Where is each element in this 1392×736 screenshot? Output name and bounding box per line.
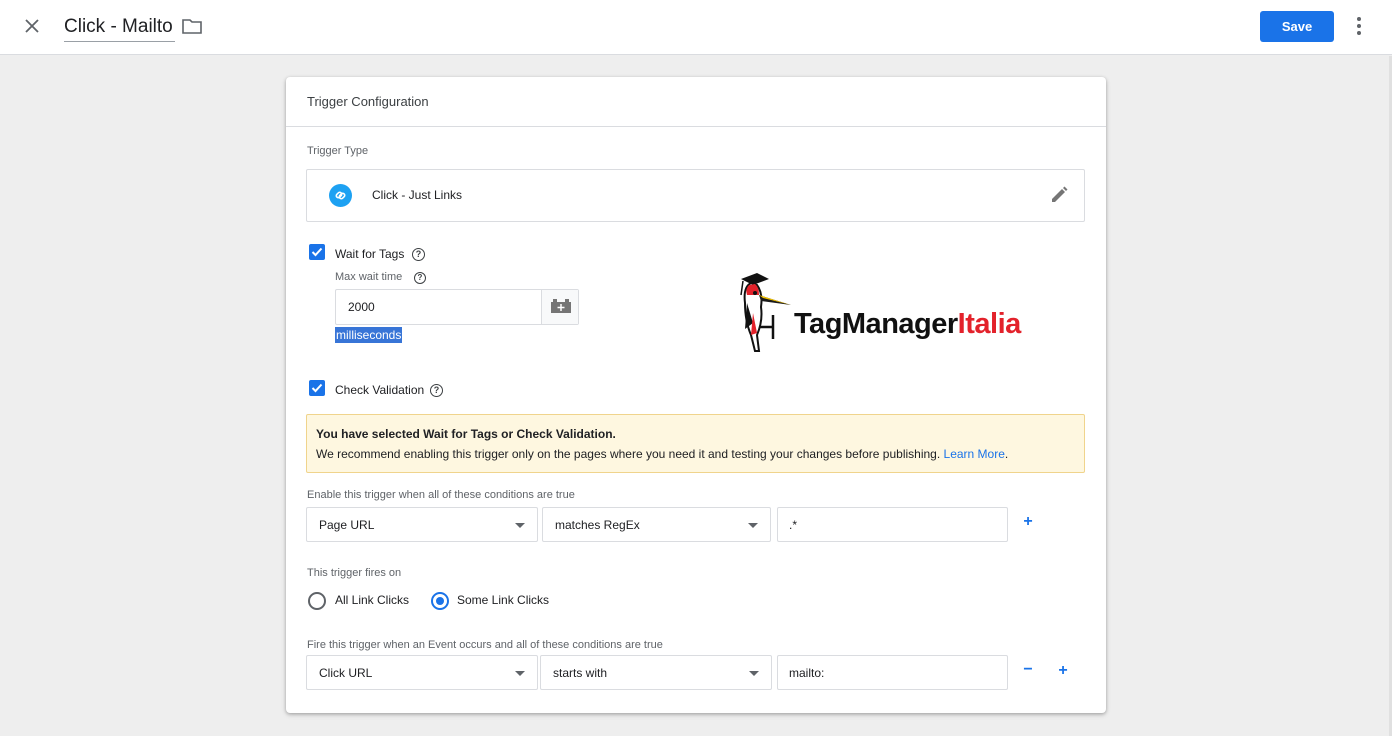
chevron-down-icon xyxy=(515,671,525,676)
chevron-down-icon xyxy=(515,523,525,528)
fire-operator-value: starts with xyxy=(553,666,608,680)
enable-conditions-label: Enable this trigger when all of these co… xyxy=(307,489,575,501)
check-validation-checkbox[interactable] xyxy=(309,380,325,396)
edit-pencil-icon[interactable] xyxy=(1048,184,1070,206)
variable-picker-button[interactable] xyxy=(541,290,578,324)
trigger-type-selector[interactable]: Click - Just Links xyxy=(306,169,1085,222)
fire-variable-value: Click URL xyxy=(319,666,373,680)
some-link-clicks-label[interactable]: Some Link Clicks xyxy=(457,593,549,607)
unit-label: milliseconds xyxy=(335,327,403,343)
warning-banner: You have selected Wait for Tags or Check… xyxy=(306,414,1085,473)
add-condition-button[interactable]: + xyxy=(1020,513,1036,531)
more-options-icon[interactable] xyxy=(1349,14,1369,38)
woodpecker-icon xyxy=(740,273,791,352)
warning-body: We recommend enabling this trigger only … xyxy=(316,447,1084,461)
learn-more-link[interactable]: Learn More xyxy=(944,447,1005,461)
link-icon xyxy=(329,184,352,207)
help-icon[interactable]: ? xyxy=(414,272,426,284)
wait-for-tags-label: Wait for Tags xyxy=(335,247,405,261)
trigger-type-label: Trigger Type xyxy=(307,145,369,157)
fire-conditions-label: Fire this trigger when an Event occurs a… xyxy=(307,639,663,651)
tag-manager-italia-logo: TagManagerItalia xyxy=(733,273,1063,363)
chevron-down-icon xyxy=(749,671,759,676)
help-icon[interactable]: ? xyxy=(430,384,443,397)
top-bar: Click - Mailto Save xyxy=(0,0,1392,55)
chevron-down-icon xyxy=(748,523,758,528)
fire-value-input[interactable] xyxy=(777,655,1008,690)
fires-on-label: This trigger fires on xyxy=(307,567,402,579)
warning-body-suffix: . xyxy=(1004,447,1009,461)
logo-text: TagManagerItalia xyxy=(794,308,1021,341)
all-link-clicks-label[interactable]: All Link Clicks xyxy=(335,593,409,607)
enable-variable-value: Page URL xyxy=(319,518,375,532)
warning-body-text: We recommend enabling this trigger only … xyxy=(316,447,941,461)
enable-value-input[interactable] xyxy=(777,507,1008,542)
remove-condition-button[interactable]: − xyxy=(1020,661,1036,679)
wait-for-tags-checkbox[interactable] xyxy=(309,244,325,260)
logo-text-part2: Italia xyxy=(957,308,1022,340)
card-title: Trigger Configuration xyxy=(286,77,1106,127)
trigger-type-value: Click - Just Links xyxy=(372,188,463,202)
trigger-configuration-card: Trigger Configuration Trigger Type Click… xyxy=(286,77,1106,713)
trigger-name[interactable]: Click - Mailto xyxy=(64,14,175,42)
enable-operator-value: matches RegEx xyxy=(555,518,640,532)
close-icon[interactable] xyxy=(20,14,44,38)
max-wait-time-label: Max wait time xyxy=(335,271,403,283)
help-icon[interactable]: ? xyxy=(412,248,425,261)
all-link-clicks-radio[interactable] xyxy=(308,592,326,610)
check-validation-label: Check Validation xyxy=(335,383,425,397)
logo-text-part1: TagManager xyxy=(794,308,958,340)
enable-operator-select[interactable]: matches RegEx xyxy=(542,507,771,542)
folder-icon[interactable] xyxy=(181,15,203,37)
fire-operator-select[interactable]: starts with xyxy=(540,655,772,690)
save-button[interactable]: Save xyxy=(1260,11,1334,42)
fire-variable-select[interactable]: Click URL xyxy=(306,655,538,690)
some-link-clicks-radio[interactable] xyxy=(431,592,449,610)
warning-title: You have selected Wait for Tags or Check… xyxy=(316,427,616,441)
add-condition-button[interactable]: + xyxy=(1055,662,1071,680)
enable-variable-select[interactable]: Page URL xyxy=(306,507,538,542)
